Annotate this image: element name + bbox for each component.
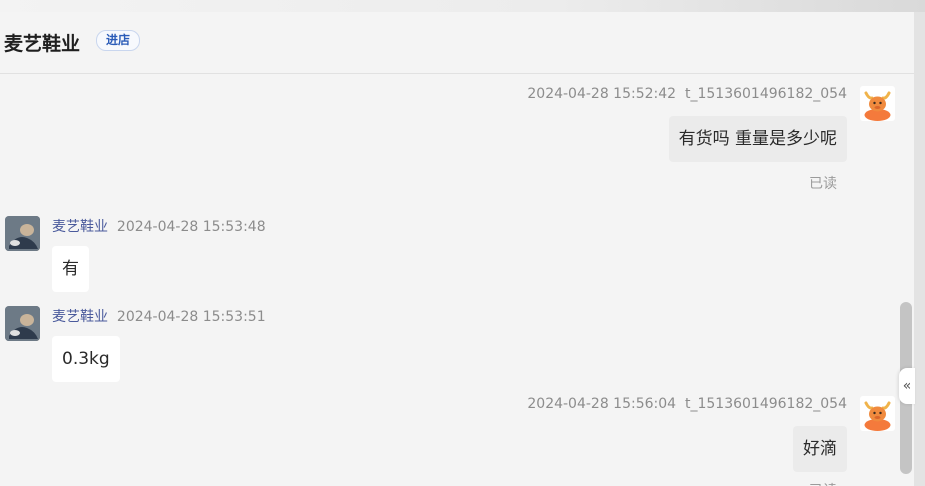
buyer-avatar-icon[interactable] <box>860 86 895 121</box>
message-bubble[interactable]: 0.3kg <box>52 336 120 382</box>
read-status: 已读 <box>809 176 837 192</box>
message-timestamp: 2024-04-28 15:52:42 <box>527 86 677 102</box>
message-sender: t_1513601496182_054 <box>684 396 847 412</box>
chat-panel: 麦艺鞋业 进店 2024-04-28 15:52:42 t_1513601496… <box>0 12 914 486</box>
window-top-strip <box>0 0 925 12</box>
message-bubble[interactable]: 有 <box>52 246 89 292</box>
seller-avatar-icon[interactable] <box>5 216 40 251</box>
seller-avatar-icon[interactable] <box>5 306 40 341</box>
collapse-panel-button[interactable]: « <box>899 368 915 404</box>
message-meta: 2024-04-28 15:56:04 t_1513601496182_054 <box>527 396 847 412</box>
message-timestamp: 2024-04-28 15:53:48 <box>116 219 266 235</box>
message-meta: 2024-04-28 15:52:42 t_1513601496182_054 <box>527 86 847 102</box>
message-meta: 麦艺鞋业 2024-04-28 15:53:51 <box>52 306 266 326</box>
message-sender[interactable]: 麦艺鞋业 <box>52 219 108 235</box>
read-status: 已读 <box>809 480 837 486</box>
scrollbar-track[interactable] <box>914 12 925 486</box>
shop-name: 麦艺鞋业 <box>4 33 81 55</box>
buyer-avatar-icon[interactable] <box>860 396 895 431</box>
chat-header: 麦艺鞋业 进店 <box>0 12 914 74</box>
message-timestamp: 2024-04-28 15:56:04 <box>527 396 677 412</box>
message-timestamp: 2024-04-28 15:53:51 <box>116 309 266 325</box>
message-sender: t_1513601496182_054 <box>684 86 847 102</box>
message-bubble[interactable]: 好滴 <box>793 426 847 472</box>
message-meta: 麦艺鞋业 2024-04-28 15:53:48 <box>52 216 266 236</box>
double-chevron-left-icon: « <box>902 378 912 394</box>
message-bubble[interactable]: 有货吗 重量是多少呢 <box>668 116 847 162</box>
enter-shop-button[interactable]: 进店 <box>96 30 141 51</box>
message-sender[interactable]: 麦艺鞋业 <box>52 309 108 325</box>
